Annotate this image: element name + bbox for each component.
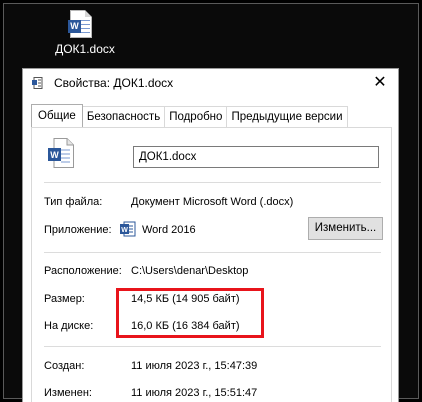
tab-previous-versions[interactable]: Предыдущие версии (226, 106, 348, 127)
word-badge-icon: W (68, 20, 81, 33)
divider (44, 182, 381, 183)
tab-strip: Общие Безопасность Подробно Предыдущие в… (31, 104, 348, 127)
change-app-button[interactable]: Изменить... (308, 217, 383, 240)
location-value: C:\Users\denar\Desktop (131, 265, 249, 277)
disk-size-label: На диске: (44, 320, 94, 332)
file-type-label: Тип файла: (44, 196, 103, 208)
dialog-titlebar[interactable]: Свойства: ДОК1.docx ✕ (23, 69, 398, 98)
close-icon[interactable]: ✕ (370, 73, 390, 93)
size-value: 14,5 КБ (14 905 байт) (131, 293, 240, 305)
file-type-value: Документ Microsoft Word (.docx) (131, 196, 294, 208)
svg-text:W: W (50, 150, 59, 160)
desktop-file-icon[interactable]: W ДОК1.docx (52, 10, 118, 64)
location-label: Расположение: (44, 265, 122, 277)
divider (44, 252, 381, 253)
dialog-title: Свойства: ДОК1.docx (54, 76, 174, 90)
file-name-input[interactable] (133, 146, 379, 168)
created-value: 11 июля 2023 г., 15:47:39 (131, 360, 258, 372)
modified-label: Изменен: (44, 387, 92, 399)
size-label: Размер: (44, 293, 85, 305)
svg-text:W: W (121, 227, 128, 234)
divider (44, 346, 381, 347)
tab-security[interactable]: Безопасность (81, 106, 166, 127)
word-document-icon: W (48, 138, 74, 168)
app-value: Word 2016 (142, 224, 196, 236)
general-panel: W Тип файла: Документ Microsoft Word (.d… (31, 127, 392, 402)
word-app-icon: W (120, 221, 136, 237)
created-label: Создан: (44, 360, 85, 372)
tab-details[interactable]: Подробно (164, 106, 228, 127)
modified-value: 11 июля 2023 г., 15:51:47 (131, 387, 258, 399)
document-properties-icon (32, 77, 43, 89)
properties-dialog: Свойства: ДОК1.docx ✕ Общие Безопасность… (22, 68, 399, 402)
app-label: Приложение: (44, 224, 112, 236)
disk-size-value: 16,0 КБ (16 384 байт) (131, 320, 240, 332)
desktop-file-label: ДОК1.docx (55, 42, 115, 56)
tab-general[interactable]: Общие (31, 104, 83, 127)
